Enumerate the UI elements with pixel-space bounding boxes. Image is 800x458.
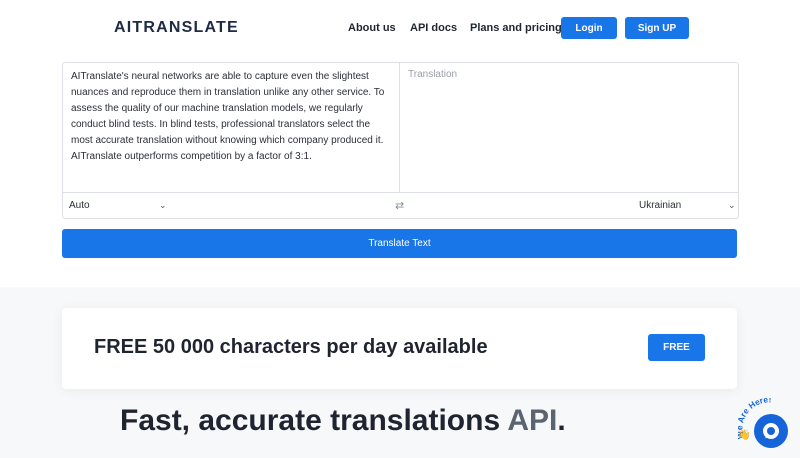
login-button[interactable]: Login bbox=[561, 17, 617, 39]
nav-about-us[interactable]: About us bbox=[348, 22, 396, 34]
signup-button[interactable]: Sign UP bbox=[625, 17, 689, 39]
nav-plans-pricing[interactable]: Plans and pricing bbox=[470, 22, 562, 34]
target-chevron-down-icon[interactable]: ⌄ bbox=[728, 200, 736, 211]
page-headline: Fast, accurate translations API. bbox=[120, 404, 566, 438]
promo-card: FREE 50 000 characters per day available… bbox=[62, 308, 737, 389]
free-button[interactable]: FREE bbox=[648, 334, 705, 361]
headline-main: Fast, accurate translations bbox=[120, 404, 508, 437]
promo-text: FREE 50 000 characters per day available bbox=[94, 336, 488, 358]
source-chevron-down-icon[interactable]: ⌄ bbox=[159, 200, 167, 211]
chat-bubble-icon bbox=[763, 423, 779, 439]
top-navigation: AITRANSLATE About us API docs Plans and … bbox=[0, 0, 800, 58]
nav-api-docs[interactable]: API docs bbox=[410, 22, 457, 34]
logo[interactable]: AITRANSLATE bbox=[114, 19, 239, 37]
source-language-select[interactable]: Auto bbox=[69, 200, 90, 211]
waving-hand-icon: 👋 bbox=[738, 429, 750, 441]
target-language-select[interactable]: Ukrainian bbox=[639, 200, 681, 211]
language-bar: Auto ⌄ ⇄ Ukrainian ⌄ bbox=[63, 192, 738, 219]
source-text[interactable]: AITranslate's neural networks are able t… bbox=[71, 69, 393, 165]
translation-output-placeholder[interactable]: Translation bbox=[408, 69, 457, 80]
chat-widget-button[interactable] bbox=[754, 414, 788, 448]
headline-accent: API bbox=[507, 404, 558, 437]
translate-text-button[interactable]: Translate Text bbox=[62, 229, 737, 258]
source-text-area[interactable]: AITranslate's neural networks are able t… bbox=[63, 63, 400, 192]
headline-end: . bbox=[557, 404, 566, 437]
translator-panel: AITranslate's neural networks are able t… bbox=[62, 62, 739, 219]
swap-languages-icon[interactable]: ⇄ bbox=[395, 199, 404, 212]
